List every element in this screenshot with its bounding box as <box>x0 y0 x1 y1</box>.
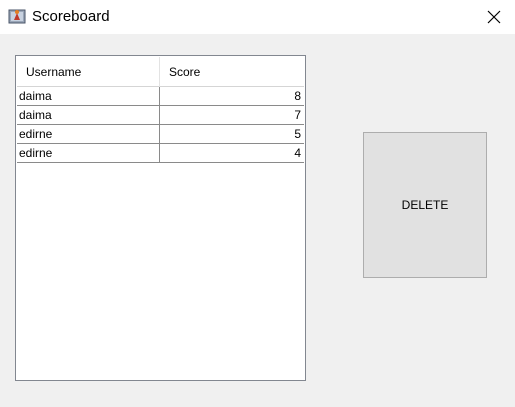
delete-button[interactable]: DELETE <box>363 132 487 278</box>
close-button[interactable] <box>479 2 509 32</box>
scoreboard-table[interactable]: Username Score daima 8 daima 7 edirne 5 … <box>15 55 306 381</box>
cell-username[interactable]: daima <box>17 87 160 105</box>
title-bar: Scoreboard <box>0 0 515 34</box>
cell-username[interactable]: daima <box>17 106 160 124</box>
table-header: Username Score <box>17 57 304 87</box>
table-row[interactable]: edirne 5 <box>17 125 304 144</box>
column-header-username[interactable]: Username <box>17 57 160 87</box>
cell-score[interactable]: 5 <box>160 125 304 143</box>
table-row[interactable]: daima 7 <box>17 106 304 125</box>
cell-score[interactable]: 4 <box>160 144 304 162</box>
window-title: Scoreboard <box>32 8 110 25</box>
column-header-score[interactable]: Score <box>160 57 304 87</box>
table-row[interactable]: edirne 4 <box>17 144 304 163</box>
cell-username[interactable]: edirne <box>17 144 160 162</box>
cell-score[interactable]: 8 <box>160 87 304 105</box>
table-body: daima 8 daima 7 edirne 5 edirne 4 <box>17 87 304 163</box>
table-row[interactable]: daima 8 <box>17 87 304 106</box>
java-cup-icon <box>8 9 26 24</box>
close-icon <box>487 10 501 24</box>
cell-username[interactable]: edirne <box>17 125 160 143</box>
cell-score[interactable]: 7 <box>160 106 304 124</box>
